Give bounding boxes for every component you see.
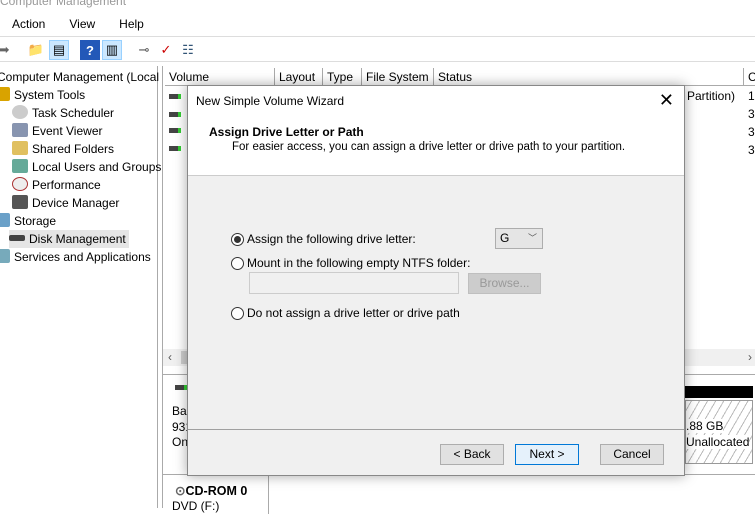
volume-icon [169, 112, 181, 117]
cancel-button[interactable]: Cancel [600, 444, 664, 465]
menu-help[interactable]: Help [107, 16, 156, 34]
tree-root[interactable]: Computer Management (Local [0, 68, 159, 86]
dialog-title: New Simple Volume Wizard [196, 94, 345, 108]
wizard-heading: Assign Drive Letter or Path [209, 125, 364, 139]
scroll-left-icon[interactable]: ‹ [168, 350, 172, 364]
action-pane-icon[interactable]: ▥ [102, 40, 122, 60]
radio-assign-letter[interactable]: Assign the following drive letter: [231, 232, 416, 246]
menu-action[interactable]: Action [0, 16, 57, 34]
divider [188, 429, 684, 430]
event-viewer-icon [12, 123, 28, 137]
tools-icon [0, 87, 10, 101]
new-simple-volume-wizard-dialog: New Simple Volume Wizard ✕ Assign Drive … [187, 85, 685, 476]
disk-status: On [172, 435, 189, 449]
tree-item-task-scheduler[interactable]: Task Scheduler [12, 104, 114, 122]
capacity-fragment: 3 [748, 107, 755, 121]
drive-letter-select[interactable]: G ﹀ [495, 228, 543, 249]
column-type[interactable]: Type [323, 68, 362, 86]
unallocated-size: .88 GB [686, 419, 724, 433]
radio-button[interactable] [231, 306, 244, 320]
column-volume[interactable]: Volume [165, 68, 275, 86]
tree-item-disk-management[interactable]: Disk Management [9, 230, 129, 248]
cdrom-icon: ⊙ [175, 484, 186, 498]
show-hide-tree-icon[interactable]: ▤ [49, 40, 69, 60]
next-button[interactable]: Next > [515, 444, 579, 465]
column-file-system[interactable]: File System [362, 68, 434, 86]
radio-no-letter[interactable]: Do not assign a drive letter or drive pa… [231, 306, 460, 320]
menu-bar: Action View Help [0, 16, 156, 34]
radio-button-checked[interactable] [231, 232, 244, 246]
tree-item-device-manager[interactable]: Device Manager [12, 194, 119, 212]
navigation-tree: Computer Management (Local System Tools … [0, 66, 161, 508]
forward-arrow-icon[interactable]: ➡ [0, 40, 14, 60]
radio-button[interactable] [231, 256, 244, 270]
wizard-header: New Simple Volume Wizard ✕ Assign Drive … [188, 86, 684, 176]
services-icon [0, 249, 10, 263]
browse-button[interactable]: Browse... [468, 273, 541, 294]
unallocated-partition[interactable]: .88 GB Unallocated [685, 400, 753, 464]
mount-path-input[interactable] [249, 272, 459, 294]
column-layout[interactable]: Layout [275, 68, 323, 86]
properties-icon[interactable]: ☷ [178, 40, 198, 60]
tree-item-shared-folders[interactable]: Shared Folders [12, 140, 114, 158]
wizard-subheading: For easier access, you can assign a driv… [232, 141, 626, 153]
tree-item-services[interactable]: Services and Applications [0, 248, 151, 266]
clock-icon [12, 105, 28, 119]
performance-icon [12, 177, 28, 191]
tree-item-event-viewer[interactable]: Event Viewer [12, 122, 102, 140]
window-title: Computer Management [0, 0, 127, 8]
users-icon [12, 159, 28, 173]
scroll-right-icon[interactable]: › [748, 350, 752, 364]
column-status[interactable]: Status [434, 68, 744, 86]
cdrom-drive: DVD (F:) [172, 499, 220, 513]
capacity-fragment: 3 [748, 143, 755, 157]
connect-icon[interactable]: ⊸ [134, 40, 154, 60]
device-manager-icon [12, 195, 28, 209]
shared-folder-icon [12, 141, 28, 155]
menu-view[interactable]: View [57, 16, 107, 34]
status-fragment: Partition) [687, 89, 736, 103]
tree-item-local-users[interactable]: Local Users and Groups [12, 158, 161, 176]
unallocated-label: Unallocated [686, 435, 750, 449]
cdrom-label: ⊙CD-ROM 0 [175, 484, 248, 498]
back-button[interactable]: < Back [440, 444, 504, 465]
close-icon[interactable]: ✕ [659, 90, 674, 111]
capacity-fragment: 1 [748, 89, 755, 103]
volume-icon [169, 94, 181, 99]
toolbar: ➡ 📁 ▤ ? ▥ ⊸ ✓ ☷ [0, 36, 755, 62]
radio-mount-folder[interactable]: Mount in the following empty NTFS folder… [231, 256, 470, 270]
tree-item-storage[interactable]: Storage [0, 212, 56, 230]
check-icon[interactable]: ✓ [156, 40, 176, 60]
tree-item-system-tools[interactable]: System Tools [0, 86, 85, 104]
volume-icon [169, 146, 181, 151]
chevron-down-icon: ﹀ [527, 233, 537, 243]
disk-icon [9, 235, 25, 241]
capacity-fragment: 3 [748, 125, 755, 139]
help-icon[interactable]: ? [80, 40, 100, 60]
storage-icon [0, 213, 10, 227]
unallocated-bar [685, 386, 753, 398]
tree-item-performance[interactable]: Performance [12, 176, 101, 194]
up-folder-icon[interactable]: 📁 [26, 40, 46, 60]
volume-icon [169, 128, 181, 133]
column-capacity[interactable]: C [744, 68, 755, 86]
disk-icon [175, 385, 187, 390]
